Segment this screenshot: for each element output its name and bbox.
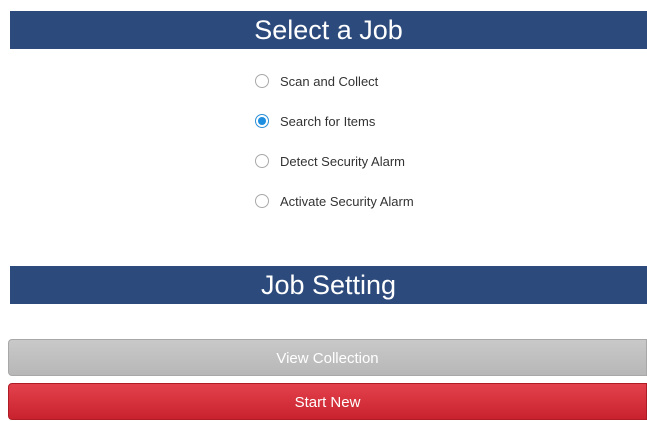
radio-button-icon[interactable] [255, 194, 269, 208]
select-job-title: Select a Job [254, 15, 403, 45]
view-collection-button[interactable]: View Collection [8, 339, 647, 376]
job-option-label: Detect Security Alarm [280, 153, 405, 169]
job-option-activate-security-alarm[interactable]: Activate Security Alarm [255, 190, 515, 212]
job-option-detect-security-alarm[interactable]: Detect Security Alarm [255, 150, 515, 172]
select-job-header: Select a Job [10, 11, 647, 49]
job-option-label: Search for Items [280, 113, 376, 129]
job-option-label: Activate Security Alarm [280, 193, 414, 209]
job-option-search-for-items[interactable]: Search for Items [255, 110, 515, 132]
radio-button-icon[interactable] [255, 74, 269, 88]
start-new-button[interactable]: Start New [8, 383, 647, 420]
radio-button-selected-icon[interactable] [255, 114, 269, 128]
job-option-label: Scan and Collect [280, 73, 379, 89]
job-setting-header: Job Setting [10, 266, 647, 304]
job-setting-title: Job Setting [260, 270, 397, 300]
radio-button-icon[interactable] [255, 154, 269, 168]
job-option-scan-and-collect[interactable]: Scan and Collect [255, 70, 515, 92]
